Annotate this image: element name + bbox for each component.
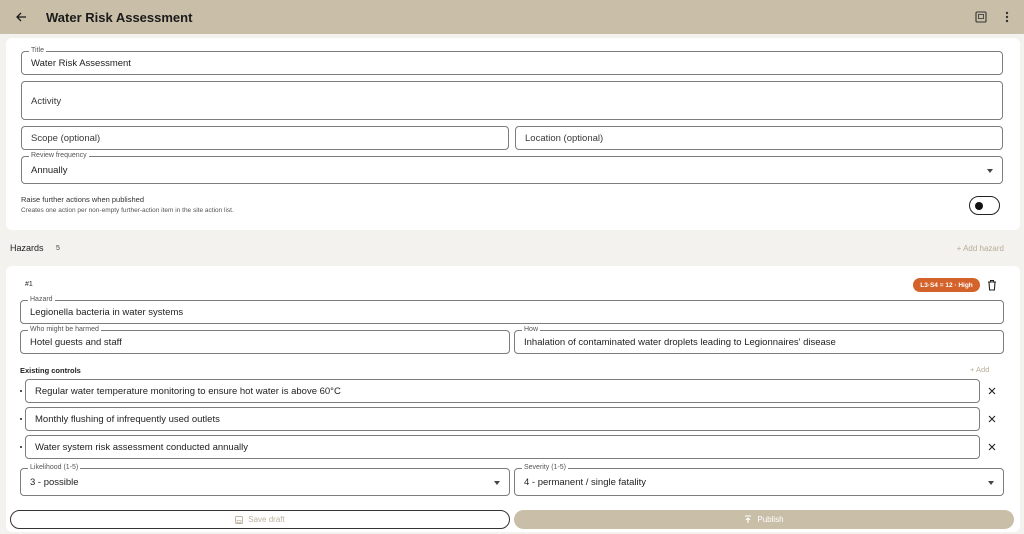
back-button[interactable]	[14, 10, 28, 24]
hazard-field-value: Legionella bacteria in water systems	[30, 307, 184, 318]
control-value: Water system risk assessment conducted a…	[35, 442, 248, 453]
save-icon	[235, 515, 244, 524]
raise-actions-toggle[interactable]	[969, 196, 1000, 215]
bullet	[20, 390, 22, 392]
title-field-label: Title	[29, 46, 46, 56]
how-label: How	[522, 325, 541, 335]
save-draft-button[interactable]: Save draft	[10, 510, 510, 529]
who-harmed-value: Hotel guests and staff	[30, 337, 122, 348]
app-bar: Water Risk Assessment	[0, 0, 1024, 34]
how-field[interactable]: How Inhalation of contaminated water dro…	[514, 325, 1004, 354]
control-field[interactable]: Regular water temperature monitoring to …	[25, 379, 980, 403]
review-frequency-select[interactable]: Review frequency Annually	[21, 151, 1003, 184]
hazard-field-label: Hazard	[28, 295, 55, 305]
who-harmed-field[interactable]: Who might be harmed Hotel guests and sta…	[20, 325, 510, 354]
title-field[interactable]: Title Water Risk Assessment	[21, 46, 1003, 75]
control-field[interactable]: Water system risk assessment conducted a…	[25, 435, 980, 459]
likelihood-label: Likelihood (1-5)	[28, 463, 81, 473]
preview-button[interactable]	[974, 9, 988, 25]
arrow-left-icon	[16, 12, 26, 22]
control-field[interactable]: Monthly flushing of infrequently used ou…	[25, 407, 980, 431]
more-options-button[interactable]	[1000, 9, 1014, 25]
delete-hazard-button[interactable]	[986, 278, 998, 292]
more-vert-icon	[1005, 11, 1009, 23]
preview-icon	[975, 11, 987, 23]
existing-controls-title: Existing controls	[20, 366, 81, 375]
dropdown-caret-icon	[987, 169, 993, 173]
who-harmed-label: Who might be harmed	[28, 325, 101, 335]
remove-control-button[interactable]	[986, 441, 998, 453]
activity-placeholder: Activity	[31, 96, 62, 107]
scope-field[interactable]: Scope (optional)	[21, 126, 509, 150]
dropdown-caret-icon	[988, 481, 994, 485]
activity-field[interactable]: Activity	[21, 81, 1003, 120]
publish-label: Publish	[757, 515, 784, 524]
hazards-title: Hazards	[10, 243, 44, 253]
toggle-knob	[975, 201, 983, 210]
severity-label: Severity (1-5)	[522, 463, 569, 473]
dropdown-caret-icon	[494, 481, 500, 485]
control-value: Monthly flushing of infrequently used ou…	[35, 414, 220, 425]
trash-icon	[988, 279, 996, 291]
close-icon	[988, 443, 996, 451]
hazards-count: 5	[56, 245, 60, 252]
scope-placeholder: Scope (optional)	[31, 133, 101, 144]
bullet	[20, 418, 22, 420]
control-value: Regular water temperature monitoring to …	[35, 386, 341, 397]
severity-select[interactable]: Severity (1-5) 4 - permanent / single fa…	[514, 463, 1004, 496]
hazard-field[interactable]: Hazard Legionella bacteria in water syst…	[20, 295, 1004, 324]
remove-control-button[interactable]	[986, 385, 998, 397]
hazard-number: #1	[25, 281, 33, 288]
location-field[interactable]: Location (optional)	[515, 126, 1003, 150]
close-icon	[988, 387, 996, 395]
remove-control-button[interactable]	[986, 413, 998, 425]
review-frequency-value: Annually	[31, 165, 68, 176]
publish-button[interactable]: Publish	[514, 510, 1014, 529]
likelihood-value: 3 - possible	[30, 477, 79, 488]
publish-icon	[745, 515, 752, 523]
likelihood-select[interactable]: Likelihood (1-5) 3 - possible	[20, 463, 510, 496]
review-frequency-label: Review frequency	[29, 151, 89, 161]
close-icon	[988, 415, 996, 423]
title-field-value: Water Risk Assessment	[31, 58, 131, 69]
save-draft-label: Save draft	[248, 515, 285, 524]
raise-actions-help: Creates one action per non-empty further…	[21, 207, 234, 214]
add-hazard-button[interactable]: + Add hazard	[957, 244, 1004, 253]
severity-value: 4 - permanent / single fatality	[524, 477, 646, 488]
location-placeholder: Location (optional)	[525, 133, 604, 144]
how-value: Inhalation of contaminated water droplet…	[524, 337, 836, 348]
bullet	[20, 446, 22, 448]
risk-score-badge: L3·S4 = 12 · High	[913, 278, 980, 292]
page-title: Water Risk Assessment	[46, 9, 193, 25]
raise-actions-label: Raise further actions when published	[21, 195, 144, 204]
add-control-button[interactable]: + Add	[970, 365, 989, 374]
